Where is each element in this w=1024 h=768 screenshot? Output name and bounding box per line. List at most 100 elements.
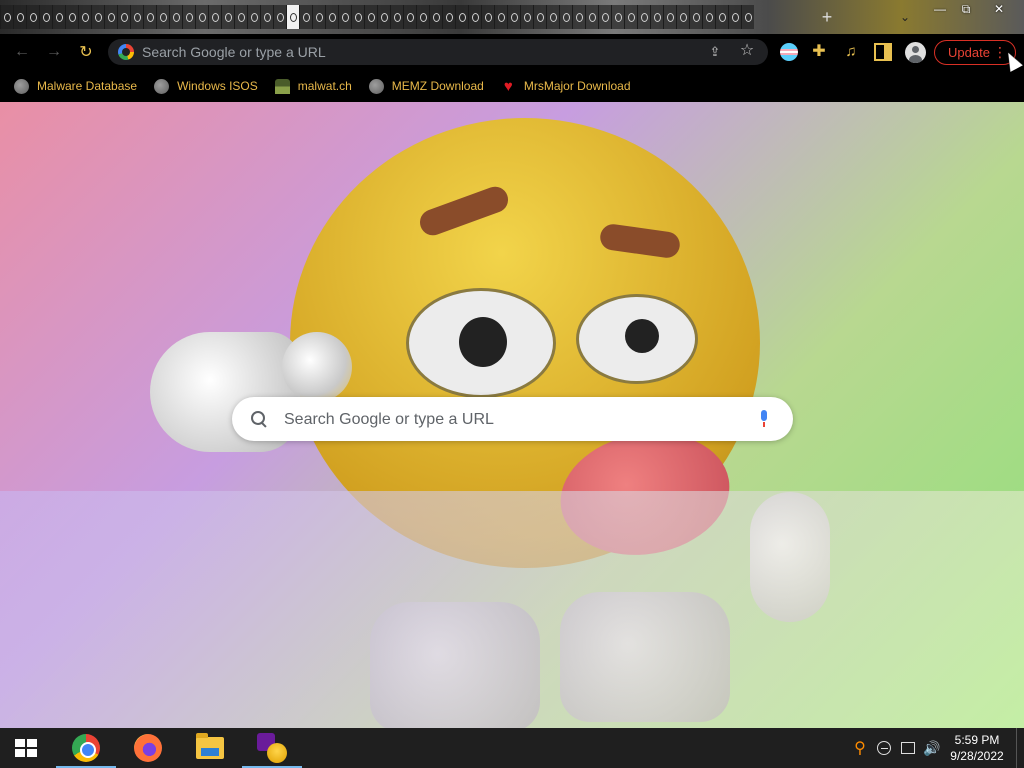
tab-favicon-icon	[94, 12, 102, 22]
taskbar-clock[interactable]: 5:59 PM 9/28/2022	[944, 732, 1010, 764]
bookmark-memz-download[interactable]: MEMZ Download	[368, 78, 484, 94]
browser-tab[interactable]	[442, 5, 455, 29]
side-panel-icon[interactable]	[874, 43, 892, 61]
volume-icon[interactable]: 🔊	[922, 728, 942, 768]
browser-tab[interactable]	[416, 5, 429, 29]
browser-tab[interactable]	[676, 5, 689, 29]
browser-tab[interactable]	[624, 5, 637, 29]
browser-tab[interactable]	[39, 5, 52, 29]
tray-status-icon[interactable]	[874, 728, 894, 768]
network-icon[interactable]	[898, 728, 918, 768]
star-icon[interactable]: ☆	[738, 42, 756, 60]
microphone-icon[interactable]	[759, 410, 769, 428]
bookmark-malwatch[interactable]: malwat.ch	[274, 78, 352, 94]
minimize-button[interactable]: —	[926, 0, 954, 18]
tab-favicon-icon	[419, 12, 427, 22]
browser-tab[interactable]	[559, 5, 572, 29]
browser-tab[interactable]	[741, 5, 754, 29]
browser-tab[interactable]	[403, 5, 416, 29]
browser-tab[interactable]	[312, 5, 325, 29]
browser-tab[interactable]	[520, 5, 533, 29]
bookmark-mrsmajor-download[interactable]: ♥ MrsMajor Download	[501, 79, 631, 94]
close-window-button[interactable]: ✕	[985, 0, 1013, 18]
browser-tab[interactable]	[598, 5, 611, 29]
trans-flag-extension-icon[interactable]	[780, 43, 798, 61]
browser-tab[interactable]	[702, 5, 715, 29]
browser-tab[interactable]	[494, 5, 507, 29]
browser-tab[interactable]	[390, 5, 403, 29]
update-button[interactable]: Update ⋮	[934, 40, 1016, 65]
taskbar-chrome[interactable]	[56, 728, 116, 768]
browser-tab[interactable]	[351, 5, 364, 29]
address-bar[interactable]: Search Google or type a URL ⇪ ☆	[108, 39, 768, 65]
browser-tab[interactable]	[663, 5, 676, 29]
bookmark-malware-database[interactable]: Malware Database	[14, 78, 137, 94]
browser-tab[interactable]	[117, 5, 130, 29]
browser-tab[interactable]	[169, 5, 182, 29]
browser-tab[interactable]	[377, 5, 390, 29]
browser-tab[interactable]	[364, 5, 377, 29]
browser-tab[interactable]	[637, 5, 650, 29]
browser-tab[interactable]	[221, 5, 234, 29]
tab-search-button[interactable]: ⌄	[896, 8, 914, 26]
browser-tab[interactable]	[234, 5, 247, 29]
browser-tab[interactable]	[65, 5, 78, 29]
media-icon[interactable]: ♫	[842, 43, 860, 61]
reload-button[interactable]: ↻	[73, 40, 99, 64]
browser-tab[interactable]	[195, 5, 208, 29]
windows-start-icon[interactable]	[15, 739, 37, 757]
show-desktop-button[interactable]	[1016, 728, 1024, 768]
share-icon[interactable]: ⇪	[706, 43, 724, 61]
browser-tab[interactable]	[611, 5, 624, 29]
browser-tab[interactable]	[273, 5, 286, 29]
browser-tab[interactable]	[286, 5, 299, 29]
maximize-button[interactable]: ⧉	[952, 0, 980, 18]
new-tab-button[interactable]: +	[816, 6, 838, 28]
browser-tab[interactable]	[728, 5, 741, 29]
emoji-right-eye	[576, 294, 698, 384]
browser-tab[interactable]	[299, 5, 312, 29]
browser-tab[interactable]	[468, 5, 481, 29]
browser-tab[interactable]	[156, 5, 169, 29]
browser-tab[interactable]	[689, 5, 702, 29]
back-icon: ←	[14, 43, 30, 60]
taskbar-firefox[interactable]	[118, 728, 178, 768]
browser-tab[interactable]	[78, 5, 91, 29]
browser-tab[interactable]	[481, 5, 494, 29]
taskbar-yahoo-messenger[interactable]	[242, 728, 302, 768]
browser-tab[interactable]	[338, 5, 351, 29]
bookmark-windows-isos[interactable]: Windows ISOS	[154, 78, 258, 94]
browser-tab[interactable]	[247, 5, 260, 29]
browser-tab[interactable]	[650, 5, 663, 29]
back-button[interactable]: ←	[9, 40, 35, 64]
browser-tab[interactable]	[182, 5, 195, 29]
tray-search-icon[interactable]: ⚲	[850, 728, 870, 768]
browser-tab[interactable]	[455, 5, 468, 29]
browser-tab[interactable]	[325, 5, 338, 29]
browser-tab[interactable]	[91, 5, 104, 29]
tab-favicon-icon	[471, 12, 479, 22]
browser-tab[interactable]	[26, 5, 39, 29]
profile-icon[interactable]	[905, 42, 926, 63]
browser-tab[interactable]	[260, 5, 273, 29]
browser-tab[interactable]	[507, 5, 520, 29]
browser-tab[interactable]	[0, 5, 13, 29]
browser-tab[interactable]	[533, 5, 546, 29]
browser-tab[interactable]	[715, 5, 728, 29]
browser-tab[interactable]	[130, 5, 143, 29]
browser-tab[interactable]	[585, 5, 598, 29]
taskbar-file-explorer[interactable]	[180, 728, 240, 768]
forward-button[interactable]: →	[41, 40, 67, 64]
browser-tab[interactable]	[572, 5, 585, 29]
browser-tab[interactable]	[104, 5, 117, 29]
tab-favicon-icon	[237, 12, 245, 22]
browser-tab[interactable]	[208, 5, 221, 29]
browser-tab[interactable]	[52, 5, 65, 29]
browser-tab[interactable]	[143, 5, 156, 29]
firefox-icon	[134, 734, 162, 762]
puzzle-icon[interactable]: ✚	[810, 43, 828, 61]
browser-tab[interactable]	[546, 5, 559, 29]
browser-tab[interactable]	[13, 5, 26, 29]
browser-tab[interactable]	[429, 5, 442, 29]
google-search-box[interactable]: Search Google or type a URL	[232, 397, 793, 441]
